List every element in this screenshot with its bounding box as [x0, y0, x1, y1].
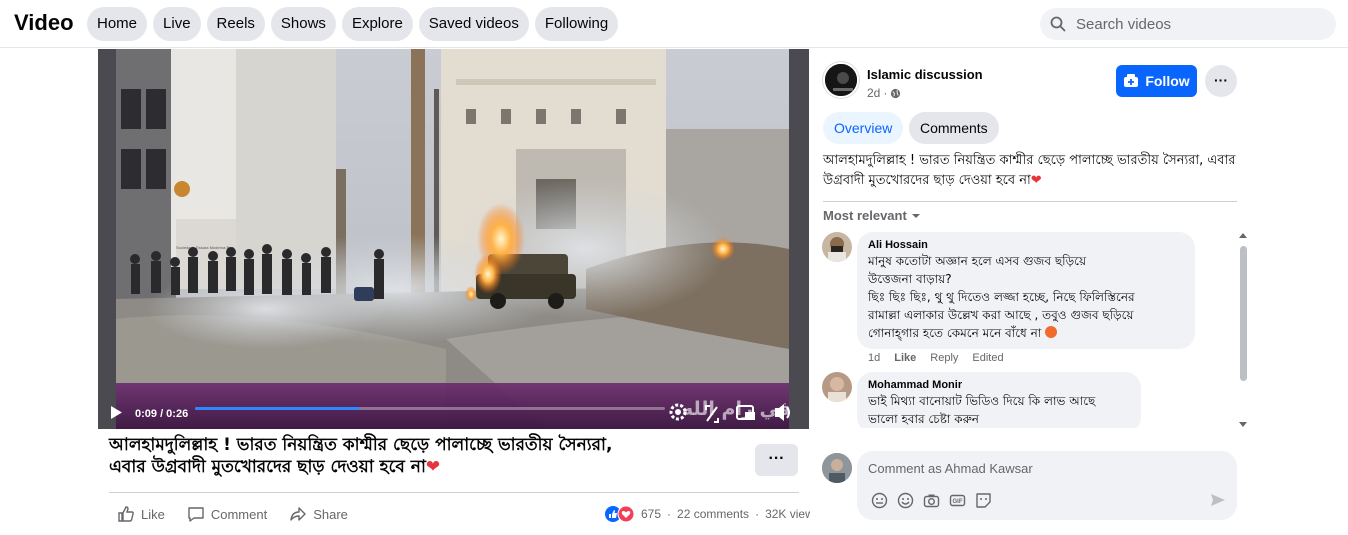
nav-reels[interactable]: Reels: [206, 7, 265, 41]
comment-line: উত্তেজনা বাড়ায়?: [868, 272, 952, 286]
search-box[interactable]: [1040, 8, 1336, 40]
follow-icon: [1124, 74, 1139, 87]
avatar[interactable]: [822, 232, 852, 262]
post-description: আলহামদুলিল্লাহ ! ভারত নিয়ন্ত্রিত কাশ্মী…: [823, 151, 1243, 191]
stat-separator: ·: [755, 507, 760, 521]
comment-meta: 1d Like Reply Edited: [868, 352, 1004, 364]
volume-icon[interactable]: [775, 404, 790, 421]
comment-line: ছিঃ ছিঃ ছিঃ, থু থু দিতেও লজ্জা হচ্ছে, নি…: [868, 290, 1135, 304]
like-button[interactable]: Like: [117, 503, 165, 525]
building-sign-text: Sociedade Estuda Moderna Rua: [176, 245, 235, 250]
comment-composer[interactable]: Comment as Ahmad Kawsar GIF: [857, 451, 1237, 520]
page-more-button[interactable]: ···: [1205, 65, 1237, 97]
video-time: 0:09 / 0:26: [135, 408, 188, 420]
comment-like-button[interactable]: Like: [894, 352, 916, 364]
emoji-icon[interactable]: [897, 492, 914, 509]
page-avatar[interactable]: [823, 62, 859, 98]
chevron-down-icon: [911, 213, 920, 218]
nav-explore[interactable]: Explore: [341, 7, 413, 41]
post-actions: Like Comment Share: [117, 503, 348, 525]
sticker-icon[interactable]: [975, 492, 992, 509]
avatar[interactable]: [822, 453, 852, 483]
nav-saved-videos[interactable]: Saved videos: [418, 7, 529, 41]
avatar[interactable]: [822, 372, 852, 402]
svg-text:GIF: GIF: [953, 499, 963, 505]
comment-time[interactable]: 1d: [868, 352, 880, 364]
nav-shows[interactable]: Shows: [270, 7, 336, 41]
post-divider: [109, 492, 799, 493]
camera-icon[interactable]: [923, 492, 940, 509]
top-bar: Video Home Live Reels Shows Explore Save…: [0, 0, 1348, 48]
share-label: Share: [313, 506, 348, 522]
settings-icon[interactable]: [669, 403, 687, 421]
tab-overview[interactable]: Overview: [823, 112, 904, 144]
comment-label: Comment: [210, 506, 268, 522]
stat-separator: ·: [667, 507, 672, 521]
globe-icon: [891, 88, 901, 98]
send-icon[interactable]: [1210, 492, 1226, 508]
post-description-text: আলহামদুলিল্লাহ ! ভারত নিয়ন্ত্রিত কাশ্মী…: [823, 153, 1236, 188]
reaction-count[interactable]: 675: [641, 507, 661, 521]
miniplayer-icon[interactable]: [736, 405, 755, 420]
play-icon[interactable]: [111, 406, 122, 419]
comment-author[interactable]: Ali Hossain: [868, 238, 1184, 252]
video-title-line-1: আলহামদুলিল্লাহ ! ভারত নিয়ন্ত্রিত কাশ্মী…: [109, 435, 613, 455]
comment-author[interactable]: Mohammad Monir: [868, 378, 1130, 392]
video-player[interactable]: Sociedade Estuda Moderna Rua في رام الله…: [98, 49, 809, 429]
comment-reply-button[interactable]: Reply: [930, 352, 958, 364]
tab-comments[interactable]: Comments: [909, 112, 999, 144]
comments-list: Ali Hossain মানুষ কতোটা অজ্ঞান হলে এসব গ…: [816, 228, 1238, 428]
comment-line: ভাই মিথ্যা বানোয়াট ভিডিও দিয়ে কি লাভ আ…: [868, 394, 1096, 408]
comment-input[interactable]: Comment as Ahmad Kawsar: [868, 461, 1033, 476]
comments-count[interactable]: 22 comments: [677, 507, 749, 521]
search-icon: [1050, 16, 1066, 32]
nav-following[interactable]: Following: [534, 7, 619, 41]
composer-tools: GIF: [871, 492, 992, 509]
comment-bubble: Ali Hossain মানুষ কতোটা অজ্ঞান হলে এসব গ…: [857, 232, 1195, 349]
video-controls: 0:09 / 0:26: [111, 403, 790, 423]
gif-icon[interactable]: GIF: [949, 492, 966, 509]
separator: ·: [883, 86, 888, 100]
sort-dropdown[interactable]: Most relevant: [823, 208, 921, 223]
love-reaction-icon: [617, 505, 635, 523]
follow-button[interactable]: Follow: [1116, 65, 1197, 97]
video-nav: Home Live Reels Shows Explore Saved vide…: [87, 7, 619, 41]
angry-emoji-icon: [1045, 326, 1058, 338]
thumbs-up-icon: [118, 506, 134, 522]
comment-line: ভালো হবার চেষ্টা করুন: [868, 412, 979, 426]
heart-icon: ❤: [425, 457, 441, 477]
progress-fill: [195, 407, 360, 410]
like-label: Like: [141, 506, 165, 522]
follow-label: Follow: [1145, 73, 1190, 89]
page-name[interactable]: Islamic discussion: [867, 67, 983, 82]
comment-icon: [188, 507, 204, 522]
post-more-button[interactable]: ···: [755, 444, 798, 476]
video-brand-title: Video: [14, 10, 74, 35]
search-input[interactable]: [1076, 15, 1306, 33]
nav-home[interactable]: Home: [87, 7, 148, 41]
comment-bubble: Mohammad Monir ভাই মিথ্যা বানোয়াট ভিডিও…: [857, 372, 1141, 428]
comment-line: মানুষ কতোটা অজ্ঞান হলে এসব গুজব ছড়িয়ে: [868, 254, 1087, 268]
heart-icon: ❤: [1030, 173, 1042, 188]
video-frame: Sociedade Estuda Moderna Rua في رام الله: [116, 49, 789, 429]
share-button[interactable]: Share: [289, 503, 348, 525]
fullscreen-icon[interactable]: [705, 405, 719, 423]
comment-line: রামাল্লা এলাকার উল্লেখ করা আছে , তবুও গু…: [868, 308, 1134, 322]
share-icon: [290, 507, 306, 521]
video-title-line-2: এবার উগ্রবাদী মুতখোরদের ছাড় দেওয়া হবে …: [109, 457, 426, 477]
sort-label: Most relevant: [823, 208, 907, 223]
nav-live[interactable]: Live: [153, 7, 201, 41]
post-time: 2d ·: [867, 86, 901, 100]
comment-edited-label: Edited: [972, 352, 1004, 364]
reaction-icons[interactable]: [604, 505, 635, 523]
comment-line: গোনাহ্গার হতে কেমনে মনে বাঁধে না: [868, 326, 1042, 340]
side-divider: [823, 201, 1237, 202]
avatar-sticker-icon[interactable]: [871, 492, 888, 509]
post-time-text[interactable]: 2d: [867, 86, 880, 100]
scrollbar-thumb[interactable]: [1240, 246, 1247, 381]
post-stats: 675 · 22 comments · 32K views: [604, 503, 820, 525]
comment-button[interactable]: Comment: [187, 503, 267, 525]
video-title: আলহামদুলিল্লাহ ! ভারত নিয়ন্ত্রিত কাশ্মী…: [109, 434, 739, 478]
